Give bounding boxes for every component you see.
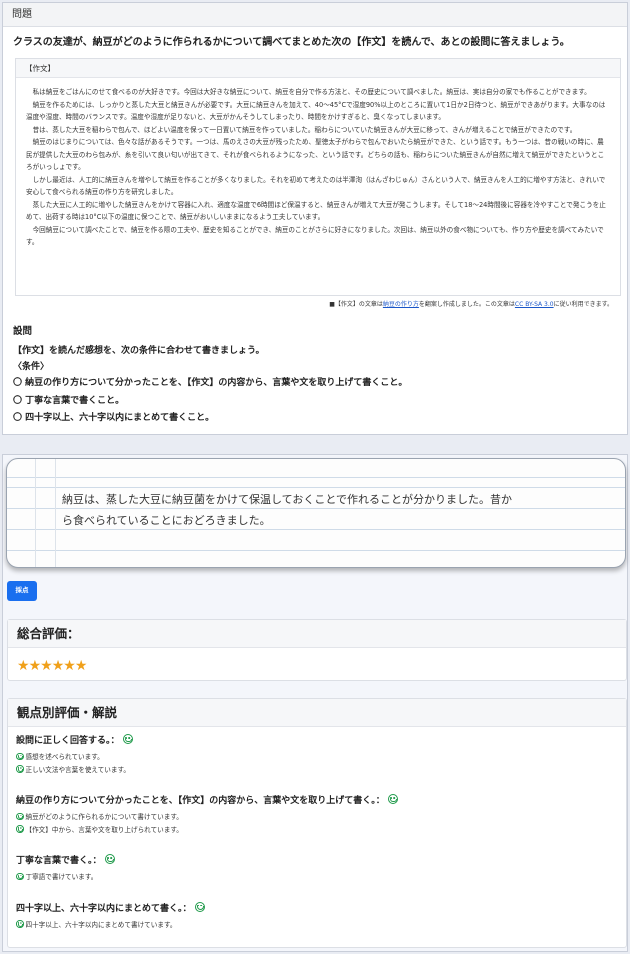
- answer-line: ら食べられていることにおどろきました。: [62, 514, 271, 527]
- criterion-title: 納豆の作り方について分かったことを、【作文】の内容から、言葉や文を取り上げて書く…: [16, 794, 626, 808]
- overall-rating-title: 総合評価：: [8, 620, 626, 648]
- criterion-note: 正しい文法や言葉を使えています。: [16, 764, 626, 777]
- problem-header: 問題: [3, 3, 627, 27]
- paper-margin: [55, 459, 56, 567]
- smiley-face-icon: [104, 854, 115, 864]
- essay-body: 私は納豆をごはんにのせて食べるのが大好きです。今回は大好きな納豆について、納豆を…: [16, 78, 620, 249]
- smiley-face-icon: [16, 765, 24, 773]
- smiley-face-icon: [387, 794, 398, 804]
- smiley-face-icon: [16, 812, 24, 820]
- paper-rule: [7, 487, 625, 488]
- condition-item: 〇 丁寧な言葉で書くこと。: [13, 395, 125, 406]
- criterion-title: 設問に正しく回答する。：: [16, 734, 626, 748]
- license-link[interactable]: CC BY-SA 3.0: [515, 301, 554, 308]
- detail-evaluation-title: 観点別評価・解説: [8, 699, 626, 727]
- smiley-face-icon: [16, 752, 24, 760]
- criterion-title: 四十字以上、六十字以内にまとめて書く。：: [16, 901, 626, 916]
- smiley-face-icon: [16, 872, 24, 880]
- criterion-note: 四十字以上、六十字以内にまとめて書けています。: [16, 919, 626, 932]
- question-title: 設問: [13, 326, 33, 337]
- criterion: 設問に正しく回答する。： 感想を述べられています。 正しい文法や言葉を使えていま…: [16, 734, 626, 776]
- answer-textarea[interactable]: 納豆は、蒸した大豆に納豆菌をかけて保温しておくことで作れることが分かりました。昔…: [6, 458, 626, 568]
- essay-paragraph: 納豆を作るためには、しっかりと蒸した大豆と納豆きんが必要です。大豆に納豆きんを加…: [26, 100, 606, 122]
- essay-box: 【作文】 私は納豆をごはんにのせて食べるのが大好きです。今回は大好きな納豆につい…: [15, 58, 621, 296]
- condition-item: 〇 納豆の作り方について分かったことを、【作文】の内容から、言葉や文を取り上げて…: [13, 378, 408, 388]
- criterion: 納豆の作り方について分かったことを、【作文】の内容から、言葉や文を取り上げて書く…: [16, 794, 626, 836]
- problem-lead: クラスの友達が、納豆がどのように作られるかについて調べてまとめた次の【作文】を読…: [13, 37, 570, 48]
- source-credit: ■【作文】の文章は納豆の作り方を翻案し作成しました。この文章はCC BY-SA …: [329, 299, 613, 308]
- conditions-label: 〈条件〉: [13, 362, 50, 372]
- essay-paragraph: 今回納豆について調べたことで、納豆を作る際の工夫や、歴史を知ることができ、納豆の…: [26, 225, 604, 247]
- detail-evaluation-card: 観点別評価・解説 設問に正しく回答する。： 感想を述べられています。 正しい文法…: [7, 698, 627, 948]
- smiley-face-icon: [194, 901, 205, 912]
- answer-panel: 納豆は、蒸した大豆に納豆菌をかけて保温しておくことで作れることが分かりました。昔…: [2, 454, 628, 952]
- essay-paragraph: 蒸した大豆に人工的に増やした納豆きんをかけて容器に入れ、適度な温度で6時間ほど保…: [26, 200, 606, 222]
- paper-margin: [35, 459, 36, 567]
- criterion: 丁寧な言葉で書く。： 丁寧語で書けています。: [16, 854, 626, 884]
- criterion-note: 丁寧語で書けています。: [16, 871, 626, 884]
- paper-rule: [7, 477, 625, 478]
- source-link[interactable]: 納豆の作り方: [383, 301, 419, 308]
- question-text: 【作文】を読んだ感想を、次の条件に合わせて書きましょう。: [13, 346, 265, 356]
- essay-paragraph: しかし最近は、人工的に納豆きんを増やして納豆を作ることが多くなりました。それを初…: [26, 175, 606, 197]
- answer-text: 納豆は、蒸した大豆に納豆菌をかけて保温しておくことで作れることが分かりました。昔…: [62, 489, 607, 531]
- star-icon: ★: [74, 658, 88, 674]
- smiley-face-icon: [16, 825, 24, 833]
- answer-line: 納豆は、蒸した大豆に納豆菌をかけて保温しておくことで作れることが分かりました。昔…: [62, 493, 513, 506]
- condition-item: 〇 四十字以上、六十字以内にまとめて書くこと。: [13, 413, 215, 423]
- criterion-note: 納豆がどのように作られるかについて書けています。: [16, 811, 626, 824]
- grade-button[interactable]: 採点: [7, 581, 37, 601]
- criterion: 四十字以上、六十字以内にまとめて書く。： 四十字以上、六十字以内にまとめて書けて…: [16, 901, 626, 932]
- essay-paragraph: 私は納豆をごはんにのせて食べるのが大好きです。今回は大好きな納豆について、納豆を…: [32, 88, 591, 96]
- star-rating: ★★★★★★: [8, 648, 626, 678]
- essay-header: 【作文】: [16, 59, 620, 78]
- criterion-title: 丁寧な言葉で書く。：: [16, 854, 626, 868]
- credit-prefix: ■【作文】の文章は: [329, 301, 383, 308]
- problem-panel: 問題 クラスの友達が、納豆がどのように作られるかについて調べてまとめた次の【作文…: [2, 2, 628, 435]
- criterion-note: 【作文】中から、言葉や文を取り上げられています。: [16, 824, 626, 837]
- question-section: 設問 【作文】を読んだ感想を、次の条件に合わせて書きましょう。 〈条件〉 〇 納…: [13, 325, 619, 428]
- criterion-note: 感想を述べられています。: [16, 751, 626, 764]
- overall-rating-card: 総合評価： ★★★★★★: [7, 619, 627, 681]
- paper-rule: [7, 550, 625, 551]
- smiley-face-icon: [16, 920, 24, 928]
- essay-paragraph: 納豆のはじまりについては、色々な話があるそうです。一つは、馬のえさの大豆が残った…: [26, 138, 605, 171]
- credit-middle: を翻案し作成しました。この文章は: [418, 301, 515, 308]
- smiley-face-icon: [122, 734, 133, 744]
- essay-paragraph: 昔は、蒸した大豆を稲わらで包んで、ほどよい温度を保って一日置いて納豆を作っていま…: [32, 125, 577, 134]
- credit-suffix: に従い利用できます。: [553, 301, 613, 308]
